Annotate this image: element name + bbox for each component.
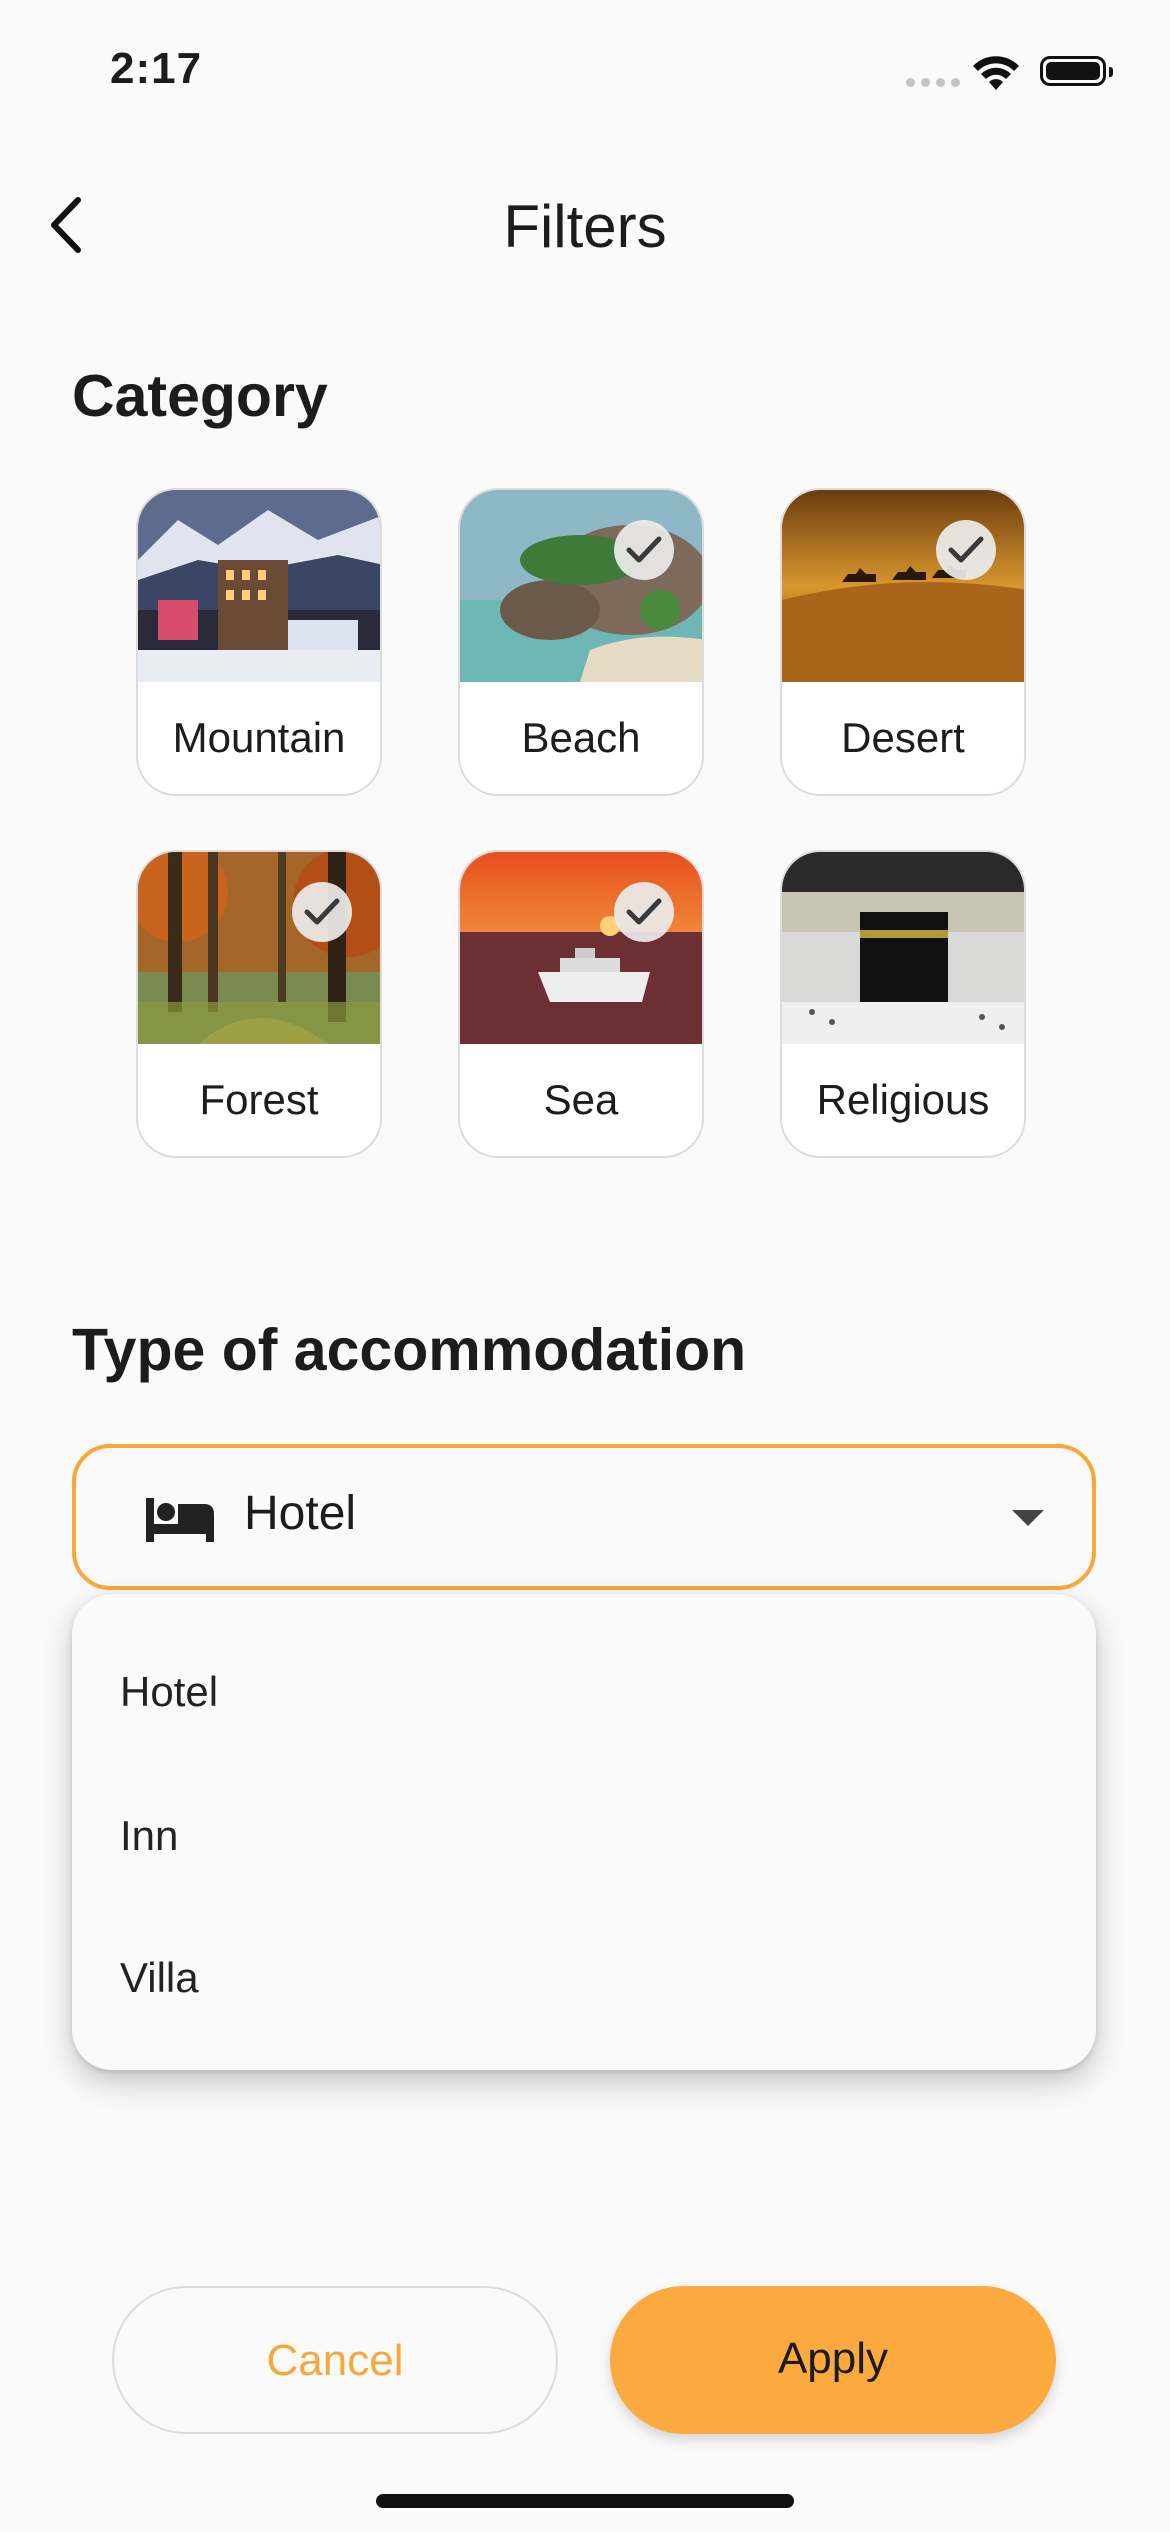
- battery-icon: [1040, 56, 1113, 86]
- bed-icon: [146, 1498, 214, 1542]
- cellular-signal-icon: [906, 78, 960, 87]
- category-card-desert[interactable]: Desert: [780, 488, 1026, 796]
- selected-accommodation: Hotel: [244, 1487, 357, 1540]
- page-title: Filters: [503, 193, 667, 260]
- apply-button[interactable]: Apply: [610, 2286, 1056, 2434]
- menu-option-inn[interactable]: Inn: [120, 1812, 178, 1860]
- desert-photo: [782, 490, 1024, 682]
- menu-option-hotel[interactable]: Hotel: [120, 1668, 218, 1716]
- category-label: Religious: [816, 1076, 990, 1123]
- accommodation-select[interactable]: Hotel: [72, 1444, 1096, 1590]
- menu-option-villa[interactable]: Villa: [120, 1954, 199, 2002]
- selected-check-icon: [614, 520, 674, 580]
- category-card-beach[interactable]: Beach: [458, 488, 704, 796]
- category-label: Forest: [199, 1076, 319, 1123]
- category-card-sea[interactable]: Sea: [458, 850, 704, 1158]
- home-indicator: [376, 2494, 794, 2508]
- category-card-mountain[interactable]: Mountain: [136, 488, 382, 796]
- accommodation-menu: Hotel Inn Villa: [72, 1594, 1096, 2070]
- sea-photo: [460, 852, 702, 1044]
- status-time: 2:17: [110, 44, 203, 93]
- mountain-photo: [138, 490, 380, 682]
- selected-check-icon: [936, 520, 996, 580]
- wifi-icon: [973, 56, 1019, 90]
- selected-check-icon: [292, 882, 352, 942]
- dropdown-caret-icon: [1012, 1510, 1044, 1526]
- category-label: Beach: [521, 714, 641, 761]
- category-heading: Category: [72, 363, 328, 429]
- religious-photo: [782, 852, 1024, 1044]
- cancel-button[interactable]: Cancel: [112, 2286, 558, 2434]
- selected-check-icon: [614, 882, 674, 942]
- category-label: Mountain: [172, 714, 346, 761]
- accommodation-heading: Type of accommodation: [72, 1317, 747, 1383]
- category-card-forest[interactable]: Forest: [136, 850, 382, 1158]
- category-label: Desert: [841, 714, 965, 761]
- category-label: Sea: [543, 1076, 619, 1123]
- category-card-religious[interactable]: Religious: [780, 850, 1026, 1158]
- beach-photo: [460, 490, 702, 682]
- forest-photo: [138, 852, 380, 1044]
